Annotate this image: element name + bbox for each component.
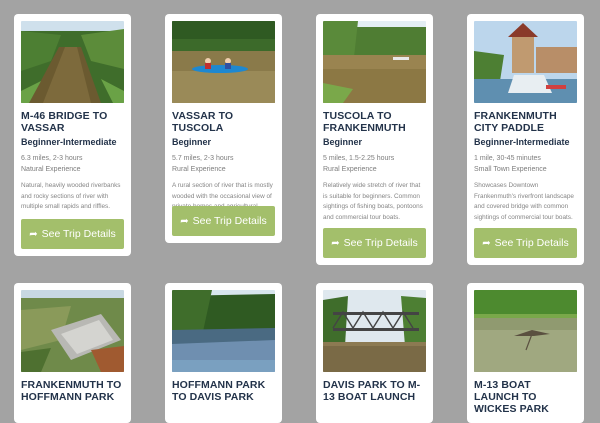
trip-meta: 1 mile, 30-45 minutes Small Town Experie… <box>474 153 577 175</box>
button-label: See Trip Details <box>343 237 418 249</box>
trip-card: TUSCOLA TO FRANKENMUTH Beginner 5 miles,… <box>316 14 433 265</box>
trip-meta: 5 miles, 1.5-2.25 hours Rural Experience <box>323 153 426 175</box>
trip-card: M-46 BRIDGE TO VASSAR Beginner-Intermedi… <box>14 14 131 256</box>
trip-photo[interactable] <box>323 290 426 372</box>
trip-photo[interactable] <box>21 21 124 103</box>
trip-description: Relatively wide stretch of river that is… <box>323 182 423 221</box>
trip-card: HOFFMANN PARK TO DAVIS PARK <box>165 283 282 423</box>
trip-title: TUSCOLA TO FRANKENMUTH <box>323 110 406 134</box>
trip-title: M-46 BRIDGE TO VASSAR <box>21 110 108 134</box>
trip-experience: Rural Experience <box>323 166 377 173</box>
trip-level: Beginner <box>323 137 363 147</box>
trip-photo[interactable] <box>21 290 124 372</box>
trip-description: Showcases Downtown Frankenmuth's riverfr… <box>474 182 574 221</box>
trip-photo[interactable] <box>474 21 577 103</box>
button-label: See Trip Details <box>494 237 569 249</box>
button-label: See Trip Details <box>41 228 116 240</box>
trip-card: FRANKENMUTH TO HOFFMANN PARK <box>14 283 131 423</box>
trip-experience: Small Town Experience <box>474 166 547 173</box>
trip-meta: 6.3 miles, 2-3 hours Natural Experience <box>21 153 124 175</box>
trip-level: Beginner <box>172 137 212 147</box>
trip-title: FRANKENMUTH TO HOFFMANN PARK <box>21 379 122 403</box>
share-arrow-icon: ➦ <box>180 215 189 227</box>
see-trip-details-button[interactable]: ➦ See Trip Details <box>172 206 275 236</box>
trip-title: DAVIS PARK TO M-13 BOAT LAUNCH <box>323 379 421 403</box>
button-label: See Trip Details <box>192 215 267 227</box>
trip-distance: 1 mile, 30-45 minutes <box>474 155 541 162</box>
trip-description: Natural, heavily wooded riverbanks and r… <box>21 182 121 210</box>
see-trip-details-button[interactable]: ➦ See Trip Details <box>474 228 577 258</box>
trip-card: M-13 BOAT LAUNCH TO WICKES PARK <box>467 283 584 423</box>
trip-title: HOFFMANN PARK TO DAVIS PARK <box>172 379 266 403</box>
trip-card: DAVIS PARK TO M-13 BOAT LAUNCH <box>316 283 433 423</box>
trip-photo[interactable] <box>474 290 577 372</box>
trip-title: M-13 BOAT LAUNCH TO WICKES PARK <box>474 379 549 415</box>
trip-card: VASSAR TO TUSCOLA Beginner 5.7 miles, 2-… <box>165 14 282 243</box>
share-arrow-icon: ➦ <box>482 237 491 249</box>
see-trip-details-button[interactable]: ➦ See Trip Details <box>21 219 124 249</box>
share-arrow-icon: ➦ <box>29 228 38 240</box>
trip-photo[interactable] <box>172 21 275 103</box>
trip-level: Beginner-Intermediate <box>21 137 117 147</box>
see-trip-details-button[interactable]: ➦ See Trip Details <box>323 228 426 258</box>
trip-distance: 6.3 miles, 2-3 hours <box>21 155 83 162</box>
trip-photo[interactable] <box>323 21 426 103</box>
trip-title: VASSAR TO TUSCOLA <box>172 110 234 134</box>
trip-distance: 5.7 miles, 2-3 hours <box>172 155 234 162</box>
trip-distance: 5 miles, 1.5-2.25 hours <box>323 155 395 162</box>
trip-level: Beginner-Intermediate <box>474 137 570 147</box>
trip-card: FRANKENMUTH CITY PADDLE Beginner-Interme… <box>467 14 584 265</box>
trip-experience: Natural Experience <box>21 166 81 173</box>
trip-experience: Rural Experience <box>172 166 226 173</box>
trip-meta: 5.7 miles, 2-3 hours Rural Experience <box>172 153 275 175</box>
share-arrow-icon: ➦ <box>331 237 340 249</box>
trip-title: FRANKENMUTH CITY PADDLE <box>474 110 557 134</box>
trip-photo[interactable] <box>172 290 275 372</box>
